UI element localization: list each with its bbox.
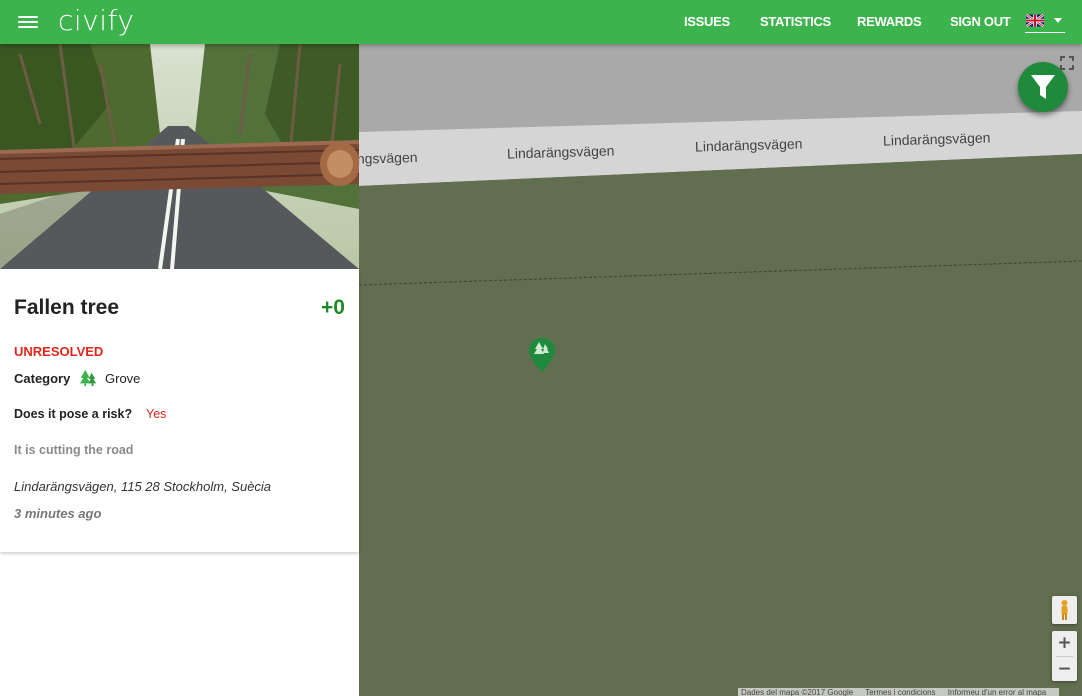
issue-details-card: Fallen tree +0 UNRESOLVED Category Grove… bbox=[0, 269, 359, 552]
category-label: Category bbox=[14, 371, 71, 386]
road-label: Lindarängsvägen bbox=[694, 135, 803, 155]
road-label: Lindarängsvägen bbox=[882, 129, 991, 149]
uk-flag-icon bbox=[1026, 14, 1044, 27]
terms-link[interactable]: Termes i condicions bbox=[865, 688, 935, 696]
zoom-controls: + − bbox=[1052, 631, 1077, 681]
nav-issues[interactable]: ISSUES bbox=[684, 14, 730, 29]
trees-icon bbox=[79, 369, 97, 387]
nav-sign-out[interactable]: SIGN OUT bbox=[950, 14, 1011, 29]
risk-question: Does it pose a risk? bbox=[14, 407, 133, 421]
pegman-icon[interactable] bbox=[1052, 596, 1077, 624]
road-label: Lindarängsvägen bbox=[506, 142, 615, 162]
road-label: ängsvägen bbox=[359, 148, 418, 168]
map-marker-icon[interactable] bbox=[528, 337, 556, 373]
nav-rewards[interactable]: REWARDS bbox=[857, 14, 922, 29]
issue-address: Lindarängsvägen, 115 28 Stockholm, Suèci… bbox=[14, 479, 272, 494]
status-badge: UNRESOLVED bbox=[14, 344, 104, 359]
chevron-down-icon bbox=[1054, 18, 1062, 23]
category-value: Grove bbox=[105, 371, 141, 386]
issue-title: Fallen tree bbox=[14, 296, 120, 319]
issue-timestamp: 3 minutes ago bbox=[14, 506, 102, 521]
map-attribution: Dades del mapa ©2017 Google Termes i con… bbox=[738, 688, 1060, 696]
app-logo[interactable]: civify bbox=[58, 4, 134, 37]
filter-button[interactable] bbox=[1018, 62, 1068, 112]
issue-description: It is cutting the road bbox=[14, 443, 134, 457]
menu-icon[interactable] bbox=[18, 13, 38, 31]
issue-panel: Fallen tree +0 UNRESOLVED Category Grove… bbox=[0, 44, 359, 696]
risk-answer: Yes bbox=[146, 407, 167, 421]
map-boundary-line bbox=[359, 260, 1082, 286]
zoom-in-button[interactable]: + bbox=[1052, 631, 1077, 656]
issue-photo bbox=[0, 44, 359, 269]
report-error-link[interactable]: Informeu d'un error al mapa bbox=[948, 688, 1046, 696]
filter-icon bbox=[1031, 75, 1055, 99]
zoom-out-button[interactable]: − bbox=[1052, 657, 1077, 682]
map-data-credit: Dades del mapa ©2017 Google bbox=[741, 688, 854, 696]
road-band bbox=[359, 111, 1082, 204]
map-view[interactable]: ängsvägen Lindarängsvägen Lindarängsväge… bbox=[359, 44, 1082, 696]
language-selector[interactable] bbox=[1025, 12, 1065, 33]
top-app-bar: civify ISSUES STATISTICS REWARDS SIGN OU… bbox=[0, 0, 1082, 44]
vote-count[interactable]: +0 bbox=[321, 296, 345, 320]
nav-statistics[interactable]: STATISTICS bbox=[760, 14, 831, 29]
